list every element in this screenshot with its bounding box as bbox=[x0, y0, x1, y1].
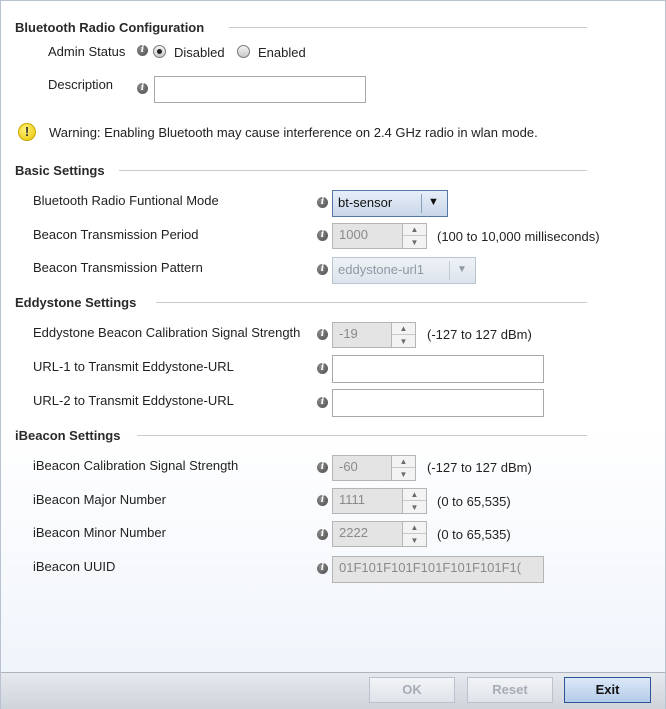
stepper-down-icon[interactable]: ▼ bbox=[392, 468, 415, 480]
ok-button[interactable]: OK bbox=[369, 677, 455, 703]
section-title-eddystone-settings: Eddystone Settings bbox=[15, 295, 137, 310]
transmission-period-input[interactable]: 1000 bbox=[332, 223, 403, 249]
stepper-up-icon[interactable]: ▲ bbox=[403, 489, 426, 501]
transmission-pattern-label: Beacon Transmission Pattern bbox=[33, 260, 203, 275]
transmission-pattern-dropdown[interactable]: eddystone-url1 ▼ bbox=[332, 257, 476, 284]
info-icon[interactable]: i bbox=[317, 197, 328, 208]
reset-button[interactable]: Reset bbox=[467, 677, 553, 703]
info-icon[interactable]: i bbox=[317, 495, 328, 506]
stepper-up-icon[interactable]: ▲ bbox=[403, 224, 426, 236]
ibeacon-calibration-label: iBeacon Calibration Signal Strength bbox=[33, 458, 239, 473]
eddystone-calibration-stepper[interactable]: ▲ ▼ bbox=[392, 322, 416, 348]
admin-status-enabled-label: Enabled bbox=[258, 45, 306, 60]
major-number-input[interactable]: 1111 bbox=[332, 488, 403, 514]
minor-number-input[interactable]: 2222 bbox=[332, 521, 403, 547]
section-title-bluetooth-radio: Bluetooth Radio Configuration bbox=[15, 20, 205, 35]
transmission-period-stepper[interactable]: ▲ ▼ bbox=[403, 223, 427, 249]
functional-mode-dropdown[interactable]: bt-sensor ▼ bbox=[332, 190, 448, 217]
bluetooth-config-dialog: Bluetooth Radio Configuration Admin Stat… bbox=[0, 0, 666, 709]
info-icon[interactable]: i bbox=[317, 529, 328, 540]
chevron-down-icon: ▼ bbox=[457, 264, 467, 275]
minor-number-range: (0 to 65,535) bbox=[437, 527, 511, 542]
exit-button[interactable]: Exit bbox=[564, 677, 651, 703]
section-divider bbox=[229, 27, 587, 28]
eddystone-calibration-range: (-127 to 127 dBm) bbox=[427, 327, 532, 342]
admin-status-label: Admin Status bbox=[48, 44, 126, 59]
admin-status-enabled-radio[interactable] bbox=[237, 45, 250, 58]
info-icon[interactable]: i bbox=[317, 462, 328, 473]
stepper-down-icon[interactable]: ▼ bbox=[403, 236, 426, 248]
functional-mode-value: bt-sensor bbox=[338, 195, 393, 210]
ibeacon-calibration-stepper[interactable]: ▲ ▼ bbox=[392, 455, 416, 481]
major-number-label: iBeacon Major Number bbox=[33, 492, 166, 507]
info-icon[interactable]: i bbox=[317, 329, 328, 340]
stepper-up-icon[interactable]: ▲ bbox=[403, 522, 426, 534]
section-divider bbox=[137, 435, 587, 436]
section-divider bbox=[156, 302, 587, 303]
dropdown-separator bbox=[449, 261, 450, 280]
eddystone-calibration-label: Eddystone Beacon Calibration Signal Stre… bbox=[33, 325, 301, 340]
warning-text: Warning: Enabling Bluetooth may cause in… bbox=[49, 125, 538, 140]
info-icon[interactable]: i bbox=[317, 363, 328, 374]
section-title-ibeacon-settings: iBeacon Settings bbox=[15, 428, 121, 443]
description-input[interactable] bbox=[154, 76, 366, 103]
transmission-period-label: Beacon Transmission Period bbox=[33, 227, 199, 242]
stepper-up-icon[interactable]: ▲ bbox=[392, 456, 415, 468]
warning-icon: ! bbox=[18, 123, 36, 141]
transmission-period-range: (100 to 10,000 milliseconds) bbox=[437, 229, 600, 244]
stepper-down-icon[interactable]: ▼ bbox=[403, 501, 426, 513]
uuid-input[interactable]: 01F101F101F101F101F101F1( bbox=[332, 556, 544, 583]
minor-number-label: iBeacon Minor Number bbox=[33, 525, 166, 540]
stepper-down-icon[interactable]: ▼ bbox=[392, 335, 415, 347]
ibeacon-calibration-range: (-127 to 127 dBm) bbox=[427, 460, 532, 475]
major-number-stepper[interactable]: ▲ ▼ bbox=[403, 488, 427, 514]
info-icon[interactable]: i bbox=[137, 45, 148, 56]
minor-number-stepper[interactable]: ▲ ▼ bbox=[403, 521, 427, 547]
admin-status-disabled-label: Disabled bbox=[174, 45, 225, 60]
description-label: Description bbox=[48, 77, 114, 92]
url2-input[interactable] bbox=[332, 389, 544, 417]
info-icon[interactable]: i bbox=[317, 264, 328, 275]
info-icon[interactable]: i bbox=[137, 83, 148, 94]
info-icon[interactable]: i bbox=[317, 230, 328, 241]
functional-mode-label: Bluetooth Radio Funtional Mode bbox=[33, 193, 219, 208]
major-number-range: (0 to 65,535) bbox=[437, 494, 511, 509]
stepper-up-icon[interactable]: ▲ bbox=[392, 323, 415, 335]
info-icon[interactable]: i bbox=[317, 397, 328, 408]
chevron-down-icon: ▼ bbox=[428, 196, 439, 208]
stepper-down-icon[interactable]: ▼ bbox=[403, 534, 426, 546]
url1-label: URL-1 to Transmit Eddystone-URL bbox=[33, 359, 234, 374]
transmission-pattern-value: eddystone-url1 bbox=[338, 262, 424, 277]
admin-status-disabled-radio[interactable] bbox=[153, 45, 166, 58]
eddystone-calibration-input[interactable]: -19 bbox=[332, 322, 392, 348]
ibeacon-calibration-input[interactable]: -60 bbox=[332, 455, 392, 481]
uuid-label: iBeacon UUID bbox=[33, 559, 116, 574]
section-title-basic-settings: Basic Settings bbox=[15, 163, 105, 178]
url1-input[interactable] bbox=[332, 355, 544, 383]
dropdown-separator bbox=[421, 194, 422, 213]
section-divider bbox=[119, 170, 587, 171]
info-icon[interactable]: i bbox=[317, 563, 328, 574]
url2-label: URL-2 to Transmit Eddystone-URL bbox=[33, 393, 234, 408]
dialog-footer: OK Reset Exit bbox=[1, 672, 665, 709]
